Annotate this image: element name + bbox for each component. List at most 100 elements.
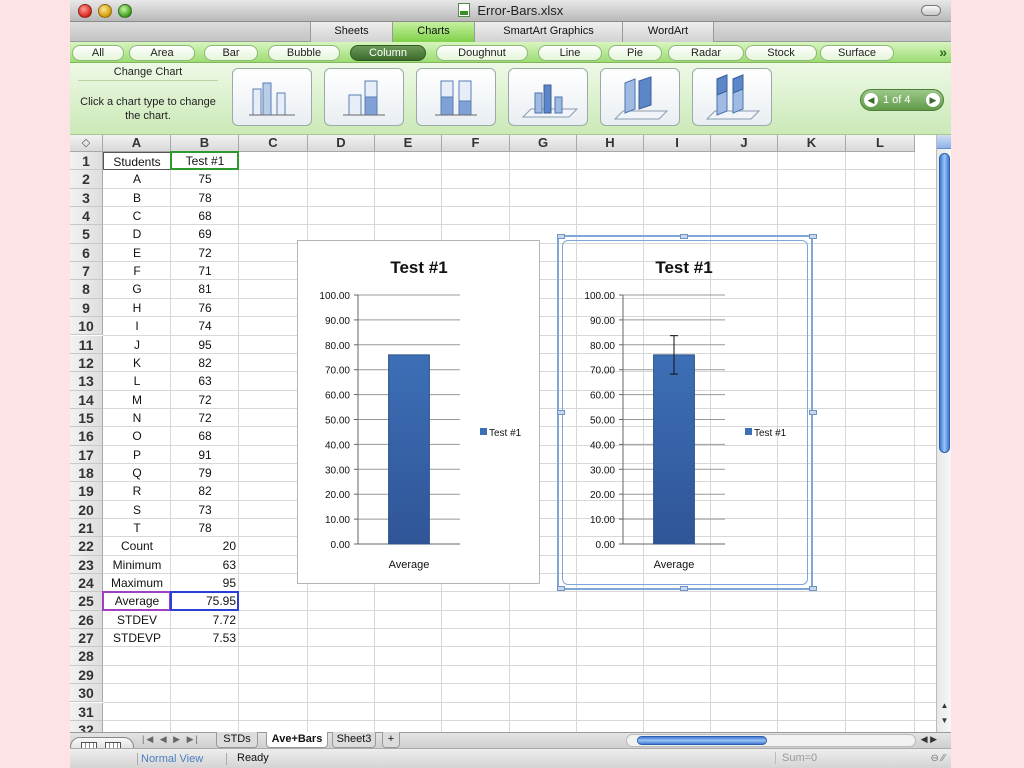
- row-header-6[interactable]: 6: [70, 243, 103, 263]
- column-header-d[interactable]: D: [308, 135, 375, 152]
- cell-student-score[interactable]: 68: [171, 427, 239, 445]
- row-header-23[interactable]: 23: [70, 555, 103, 575]
- cell-student-name[interactable]: E: [103, 244, 171, 262]
- thumb-3d-100-stacked-column[interactable]: [692, 68, 772, 126]
- cell-student-name[interactable]: I: [103, 317, 171, 335]
- row-header-21[interactable]: 21: [70, 519, 103, 538]
- chart-type-area[interactable]: Area: [129, 45, 195, 61]
- tab-wordart[interactable]: WordArt: [622, 22, 714, 42]
- row-header-11[interactable]: 11: [70, 335, 103, 354]
- cell-student-score[interactable]: 74: [171, 317, 239, 335]
- scroll-left-right-icon[interactable]: ◀ ▶: [921, 734, 937, 745]
- scroll-down-icon[interactable]: ▼: [939, 715, 950, 726]
- cell-stat-label[interactable]: Minimum: [103, 556, 171, 574]
- cell-stat-label[interactable]: Count: [103, 537, 171, 555]
- gallery-next-icon[interactable]: ▶: [926, 93, 940, 107]
- horizontal-scrollbar[interactable]: [626, 734, 916, 747]
- cell-student-name[interactable]: O: [103, 427, 171, 445]
- chart-type-all[interactable]: All: [72, 45, 124, 61]
- cell-student-name[interactable]: G: [103, 280, 171, 298]
- chart-type-pie[interactable]: Pie: [608, 45, 662, 61]
- cell-student-name[interactable]: K: [103, 354, 171, 372]
- chart-test1-plain[interactable]: Test #1 0.00 10.00 20.00 30.00 40.00 50.00 60.0…: [297, 240, 540, 584]
- cell-stat-value[interactable]: 20: [171, 537, 239, 555]
- thumb-stacked-column[interactable]: [324, 68, 404, 126]
- chart-type-line[interactable]: Line: [538, 45, 602, 61]
- row-header-26[interactable]: 26: [70, 610, 103, 630]
- row-header-10[interactable]: 10: [70, 317, 103, 336]
- sheet-tab-stds[interactable]: STDs: [216, 732, 258, 748]
- row-header-32[interactable]: 32: [70, 720, 103, 732]
- row-header-24[interactable]: 24: [70, 574, 103, 593]
- row-header-15[interactable]: 15: [70, 408, 103, 428]
- cell-student-score[interactable]: 63: [171, 372, 239, 390]
- cell-student-score[interactable]: 76: [171, 299, 239, 317]
- row-header-29[interactable]: 29: [70, 665, 103, 685]
- row-header-30[interactable]: 30: [70, 684, 103, 703]
- toolbar-toggle-button[interactable]: [921, 5, 941, 16]
- thumb-3d-stacked-column[interactable]: [600, 68, 680, 126]
- cell-student-name[interactable]: B: [103, 189, 171, 207]
- cell-student-score[interactable]: 69: [171, 225, 239, 243]
- row-header-8[interactable]: 8: [70, 280, 103, 299]
- cell-student-name[interactable]: C: [103, 207, 171, 225]
- row-header-14[interactable]: 14: [70, 390, 103, 409]
- thumb-clustered-column[interactable]: [232, 68, 312, 126]
- cell-student-name[interactable]: P: [103, 446, 171, 464]
- cell-student-score[interactable]: 82: [171, 354, 239, 372]
- tab-sheets[interactable]: Sheets: [310, 22, 392, 42]
- cell-stat-value[interactable]: 7.72: [171, 611, 239, 629]
- chart-test1-error-bars[interactable]: Test #1 0.00 10.00 20.00 30.00 40.00 50.00 60.0…: [562, 240, 808, 585]
- select-all-corner[interactable]: ◇: [70, 135, 103, 152]
- row-header-22[interactable]: 22: [70, 537, 103, 556]
- column-header-b[interactable]: B: [171, 135, 239, 152]
- resize-handle[interactable]: [680, 586, 688, 591]
- resize-handle[interactable]: [557, 410, 565, 415]
- column-header-c[interactable]: C: [239, 135, 308, 152]
- cell-stat-label[interactable]: Maximum: [103, 574, 171, 592]
- row-header-2[interactable]: 2: [70, 170, 103, 189]
- cell-stat-value[interactable]: 95: [171, 574, 239, 592]
- cell-stat-value[interactable]: 63: [171, 556, 239, 574]
- column-header-j[interactable]: J: [711, 135, 778, 152]
- gallery-prev-icon[interactable]: ◀: [864, 93, 878, 107]
- row-header-4[interactable]: 4: [70, 207, 103, 226]
- cell-student-score[interactable]: 78: [171, 519, 239, 537]
- cell-student-score[interactable]: 81: [171, 280, 239, 298]
- column-header-h[interactable]: H: [577, 135, 644, 152]
- cell-student-name[interactable]: D: [103, 225, 171, 243]
- chart-type-radar[interactable]: Radar: [668, 45, 744, 61]
- cell-student-name[interactable]: H: [103, 299, 171, 317]
- cell-student-score[interactable]: 78: [171, 189, 239, 207]
- resize-grip-icon[interactable]: ⊖ ⁄⁄: [931, 753, 946, 764]
- row-header-28[interactable]: 28: [70, 647, 103, 666]
- tab-charts[interactable]: Charts: [392, 22, 474, 42]
- chart-type-surface[interactable]: Surface: [820, 45, 894, 61]
- row-header-9[interactable]: 9: [70, 298, 103, 318]
- cell-student-name[interactable]: A: [103, 170, 171, 188]
- cell-stat-label[interactable]: STDEV: [103, 611, 171, 629]
- column-header-f[interactable]: F: [442, 135, 510, 152]
- row-header-18[interactable]: 18: [70, 463, 103, 483]
- resize-handle[interactable]: [809, 234, 817, 239]
- vertical-scrollbar[interactable]: ▲ ▼: [936, 135, 951, 732]
- cell-student-name[interactable]: L: [103, 372, 171, 390]
- horizontal-scroll-thumb[interactable]: [637, 736, 767, 745]
- spreadsheet-grid[interactable]: ◇ ABCDEFGHIJKL 1 2 3 4 5 6 7 8 9 10 11 12 13 14 15 16 17…: [70, 135, 936, 732]
- chart-type-stock[interactable]: Stock: [745, 45, 817, 61]
- sheet-tab-ave-bars[interactable]: Ave+Bars: [266, 732, 328, 748]
- cell-student-score[interactable]: 72: [171, 409, 239, 427]
- cell-student-score[interactable]: 82: [171, 482, 239, 500]
- vertical-scroll-thumb[interactable]: [939, 153, 950, 453]
- cell-student-score[interactable]: 79: [171, 464, 239, 482]
- cell-student-name[interactable]: Q: [103, 464, 171, 482]
- chart-type-bar[interactable]: Bar: [204, 45, 258, 61]
- cell-student-score[interactable]: 72: [171, 244, 239, 262]
- resize-handle[interactable]: [680, 234, 688, 239]
- split-box-icon[interactable]: [937, 135, 951, 149]
- row-header-13[interactable]: 13: [70, 372, 103, 391]
- column-header-k[interactable]: K: [778, 135, 846, 152]
- resize-handle[interactable]: [809, 586, 817, 591]
- tab-smartart-graphics[interactable]: SmartArt Graphics: [474, 22, 622, 42]
- cell-student-score[interactable]: 72: [171, 391, 239, 409]
